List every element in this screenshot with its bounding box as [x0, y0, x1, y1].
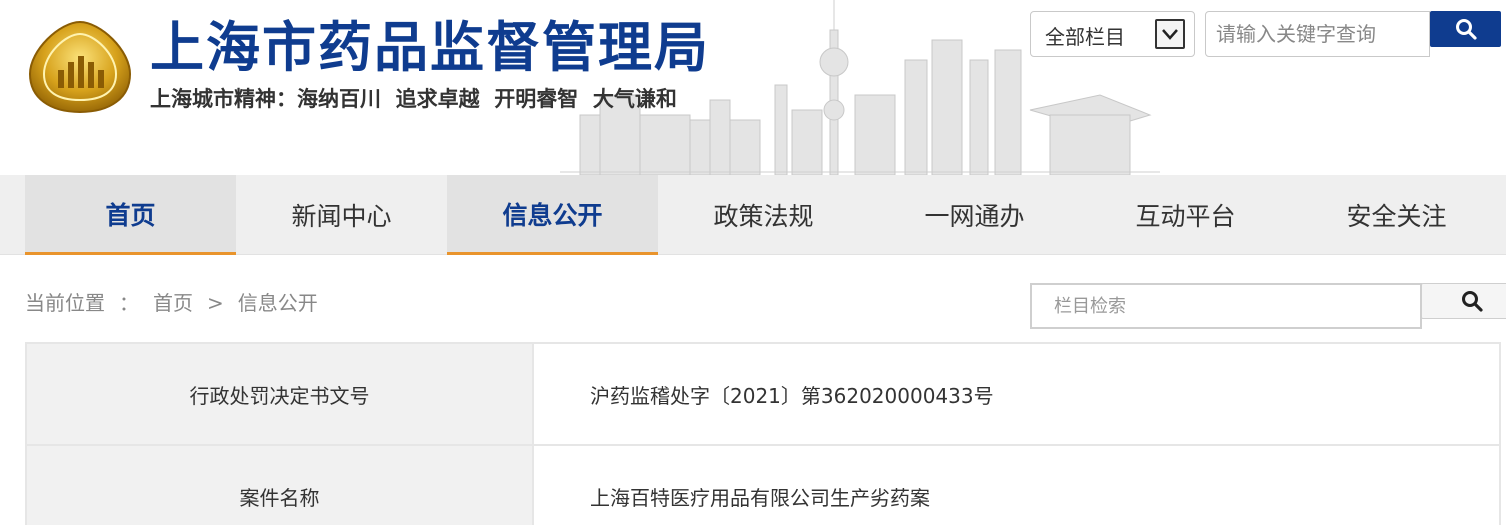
main-nav: 首页 新闻中心 信息公开 政策法规 一网通办 互动平台 安全关注	[0, 175, 1506, 255]
search-icon	[1461, 291, 1483, 312]
breadcrumb-prefix: 当前位置	[25, 291, 105, 315]
scope-dropdown-value: 全部栏目	[1045, 25, 1125, 49]
nav-item-policy[interactable]: 政策法规	[658, 175, 869, 255]
table-row: 行政处罚决定书文号 沪药监稽处字〔2021〕第362020000433号	[25, 342, 1501, 446]
breadcrumb-link-home[interactable]: 首页	[153, 287, 193, 316]
city-spirit-slogan: 上海城市精神：海纳百川 追求卓越 开明睿智 大气谦和	[150, 87, 677, 111]
site-header: 上海市药品监督管理局 上海城市精神：海纳百川 追求卓越 开明睿智 大气谦和 全部…	[0, 0, 1506, 175]
nav-item-info-disclosure[interactable]: 信息公开	[447, 175, 658, 255]
nav-item-news[interactable]: 新闻中心	[236, 175, 447, 255]
nav-item-one-stop-service[interactable]: 一网通办	[869, 175, 1080, 255]
row-label: 案件名称	[25, 444, 534, 525]
nav-item-safety[interactable]: 安全关注	[1291, 175, 1502, 255]
breadcrumb-colon: ：	[119, 291, 139, 315]
site-title: 上海市药品监督管理局	[150, 16, 710, 79]
global-search-button[interactable]	[1430, 11, 1501, 47]
search-icon	[1455, 19, 1477, 40]
row-label: 行政处罚决定书文号	[25, 342, 534, 446]
penalty-info-table: 行政处罚决定书文号 沪药监稽处字〔2021〕第362020000433号 案件名…	[25, 342, 1501, 525]
breadcrumb-link-info-disclosure[interactable]: 信息公开	[238, 287, 318, 316]
breadcrumb-separator: >	[207, 291, 224, 315]
sfda-emblem-logo	[28, 20, 132, 114]
chevron-down-icon[interactable]	[1155, 19, 1185, 49]
column-search-input[interactable]	[1030, 283, 1422, 329]
nav-item-interaction[interactable]: 互动平台	[1080, 175, 1291, 255]
row-value: 沪药监稽处字〔2021〕第362020000433号	[532, 342, 1501, 446]
column-search-button[interactable]	[1421, 283, 1506, 319]
scope-dropdown[interactable]: 全部栏目	[1030, 11, 1195, 57]
table-row: 案件名称 上海百特医疗用品有限公司生产劣药案	[25, 444, 1501, 525]
nav-item-home[interactable]: 首页	[25, 175, 236, 255]
breadcrumb: 当前位置 ： 首页 > 信息公开	[25, 287, 318, 316]
row-value: 上海百特医疗用品有限公司生产劣药案	[532, 444, 1501, 525]
keyword-search-input[interactable]	[1205, 11, 1430, 57]
